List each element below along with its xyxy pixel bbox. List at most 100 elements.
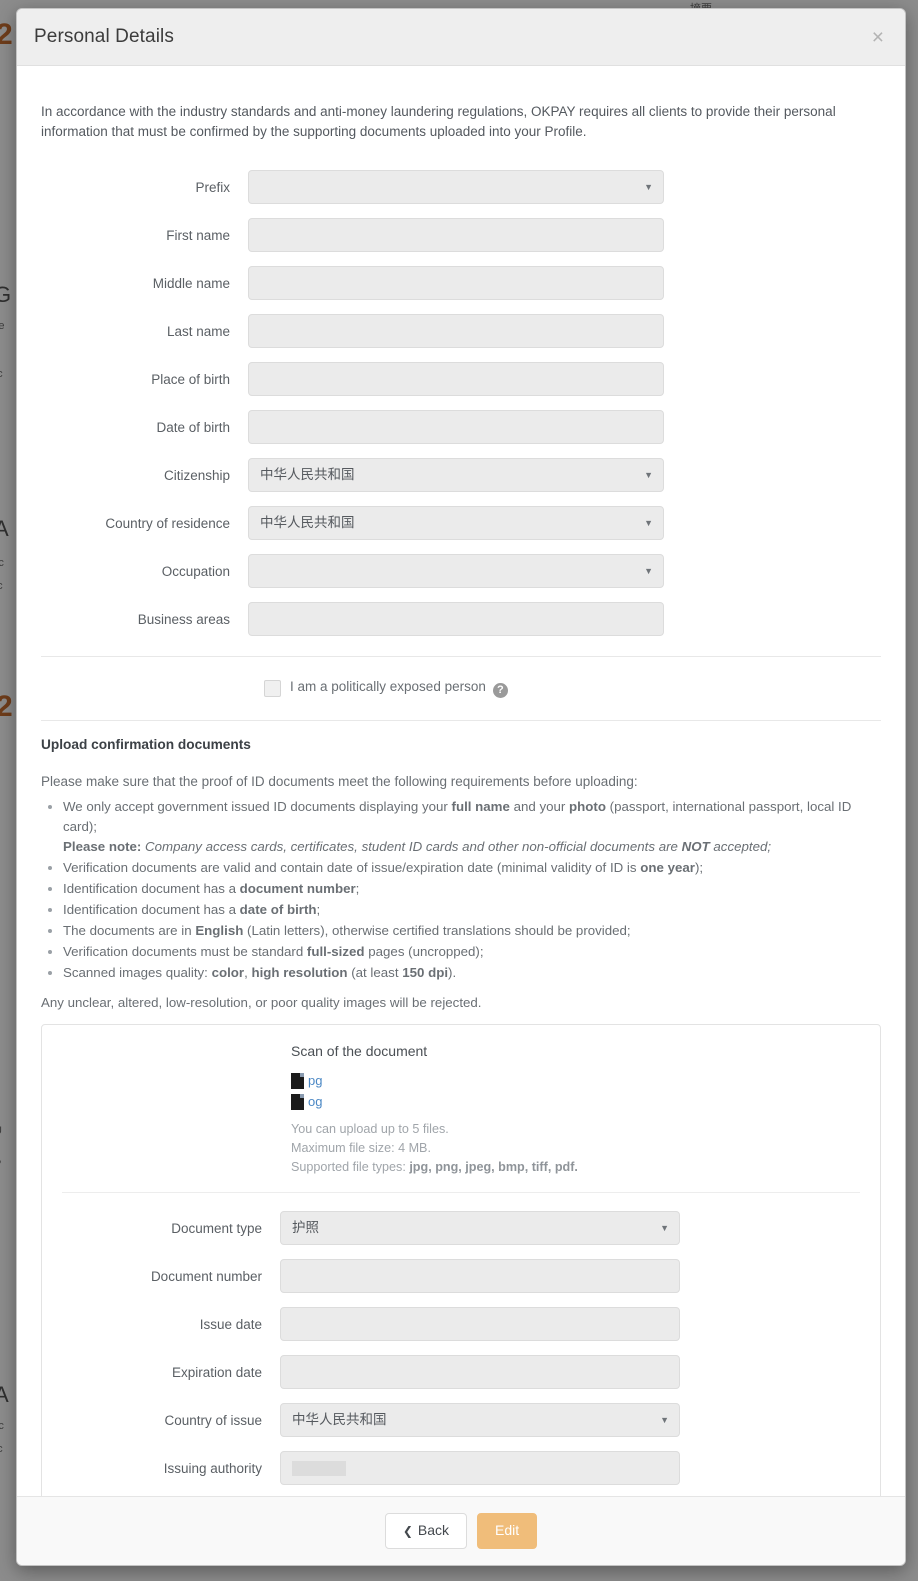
redacted-value [292,1461,346,1477]
field-label: First name [166,227,230,243]
input-first-name[interactable] [248,218,664,253]
input-last-name[interactable] [248,314,664,349]
input-middle-name[interactable] [248,266,664,301]
input-document-number[interactable] [280,1259,680,1294]
input-date-of-birth[interactable] [248,410,664,445]
select-prefix[interactable] [248,170,664,205]
field-label: Issue date [199,1316,262,1332]
form-row: Prefix ▼ [17,170,881,205]
field-label: Document type [171,1220,262,1236]
file-icon [291,1072,304,1089]
hint-max-files: You can upload up to 5 files. [291,1122,449,1137]
pep-label: I am a politically exposed person? [290,679,508,699]
form-row: Document type 护照 ▼ [42,1211,880,1246]
form-row: Document number [42,1259,880,1294]
input-issuing-authority[interactable] [280,1451,680,1486]
form-row: Country of residence 中华人民共和国 ▼ [17,506,881,541]
document-details-form: Document type 护照 ▼ Document number Issue dat… [42,1211,880,1486]
divider-in-card [62,1192,860,1194]
select-country-of-issue[interactable]: 中华人民共和国 [280,1403,680,1438]
close-icon[interactable]: × [868,25,888,50]
form-row: First name [17,218,881,253]
intro-text: In accordance with the industry standard… [41,103,836,140]
file-name-visible: og [308,1094,323,1110]
field-control-wrapper: ▼ [248,170,664,205]
field-control-wrapper: 中华人民共和国 ▼ [248,458,664,493]
file-link[interactable]: pg [308,1073,322,1088]
field-control-wrapper [248,314,664,349]
field-control-wrapper: ▼ [248,554,664,589]
field-value: 中华人民共和国 [260,515,355,531]
select-country-of-residence[interactable]: 中华人民共和国 [248,506,664,541]
input-issue-date[interactable] [280,1307,680,1342]
hint-file-types-prefix: Supported file types: [291,1160,410,1175]
hint-file-types-list: jpg, png, jpeg, bmp, tiff, pdf. [409,1160,578,1175]
hint-max-size: Maximum file size: 4 MB. [291,1141,431,1156]
field-control-wrapper [248,410,664,445]
upload-closing-text: Any unclear, altered, low-resolution, or… [41,995,482,1011]
requirement-item: Identification document has a date of bi… [63,900,881,920]
field-label: Country of residence [105,515,230,531]
field-control-wrapper [280,1451,680,1486]
field-label: Issuing authority [163,1460,262,1476]
form-row: Middle name [17,266,881,301]
field-label: Place of birth [151,371,230,387]
requirement-item: The documents are in English (Latin lett… [63,921,881,941]
field-label: Citizenship [163,467,230,483]
field-control-wrapper [248,266,664,301]
scan-title: Scan of the document [291,1043,428,1060]
field-label: Business areas [137,611,230,627]
requirement-item: Scanned images quality: color, high reso… [63,963,881,983]
field-control-wrapper [280,1355,680,1390]
hint-file-types: Supported file types: jpg, png, jpeg, bm… [291,1158,880,1177]
form-row: Last name [17,314,881,349]
field-label: Prefix [195,179,230,195]
field-value: 中华人民共和国 [260,467,355,483]
edit-button[interactable]: Edit [477,1513,538,1549]
divider-below-pep [41,720,881,722]
file-hints: You can upload up to 5 files. Maximum fi… [291,1120,880,1177]
list-item: og [291,1092,880,1111]
field-label: Date of birth [156,419,230,435]
document-card: Scan of the document pg og You can uploa… [41,1024,881,1496]
back-button-label: Back [417,1522,450,1539]
modal-footer: ❮ Back Edit [17,1496,905,1565]
field-label: Middle name [152,275,230,291]
field-label: Last name [166,323,230,339]
list-item: pg [291,1071,880,1090]
field-label: Occupation [161,563,230,579]
field-control-wrapper [280,1259,680,1294]
file-link[interactable]: og [308,1094,322,1109]
input-business-areas[interactable] [248,602,664,637]
field-control-wrapper [248,602,664,637]
upload-lead-text: Please make sure that the proof of ID do… [41,774,638,790]
help-icon[interactable]: ? [492,683,508,699]
field-label: Document number [150,1268,262,1284]
form-row: Place of birth [17,362,881,397]
form-row: Issuing authority [42,1451,880,1486]
requirements-list: We only accept government issued ID docu… [41,797,881,982]
input-place-of-birth[interactable] [248,362,664,397]
requirement-item: We only accept government issued ID docu… [63,797,881,857]
field-control-wrapper [280,1307,680,1342]
requirement-item: Verification documents are valid and con… [63,858,881,878]
personal-details-modal: Personal Details × In accordance with th… [16,8,906,1566]
field-control-wrapper [248,362,664,397]
back-button[interactable]: ❮ Back [384,1513,468,1549]
form-row: Expiration date [42,1355,880,1390]
pep-row[interactable]: I am a politically exposed person? [264,657,905,720]
pep-label-text: I am a politically exposed person [290,679,486,695]
requirement-item: Identification document has a document n… [63,879,881,899]
input-expiration-date[interactable] [280,1355,680,1390]
field-value: 中华人民共和国 [292,1412,387,1428]
modal-body: In accordance with the industry standard… [17,66,905,1496]
pep-checkbox[interactable] [264,680,281,698]
field-label: Country of issue [164,1412,262,1428]
field-control-wrapper: 护照 ▼ [280,1211,680,1246]
form-row: Country of issue 中华人民共和国 ▼ [42,1403,880,1438]
field-label: Expiration date [171,1364,262,1380]
select-citizenship[interactable]: 中华人民共和国 [248,458,664,493]
file-name-visible: pg [308,1073,323,1089]
select-document-type[interactable]: 护照 [280,1211,680,1246]
select-occupation[interactable] [248,554,664,589]
